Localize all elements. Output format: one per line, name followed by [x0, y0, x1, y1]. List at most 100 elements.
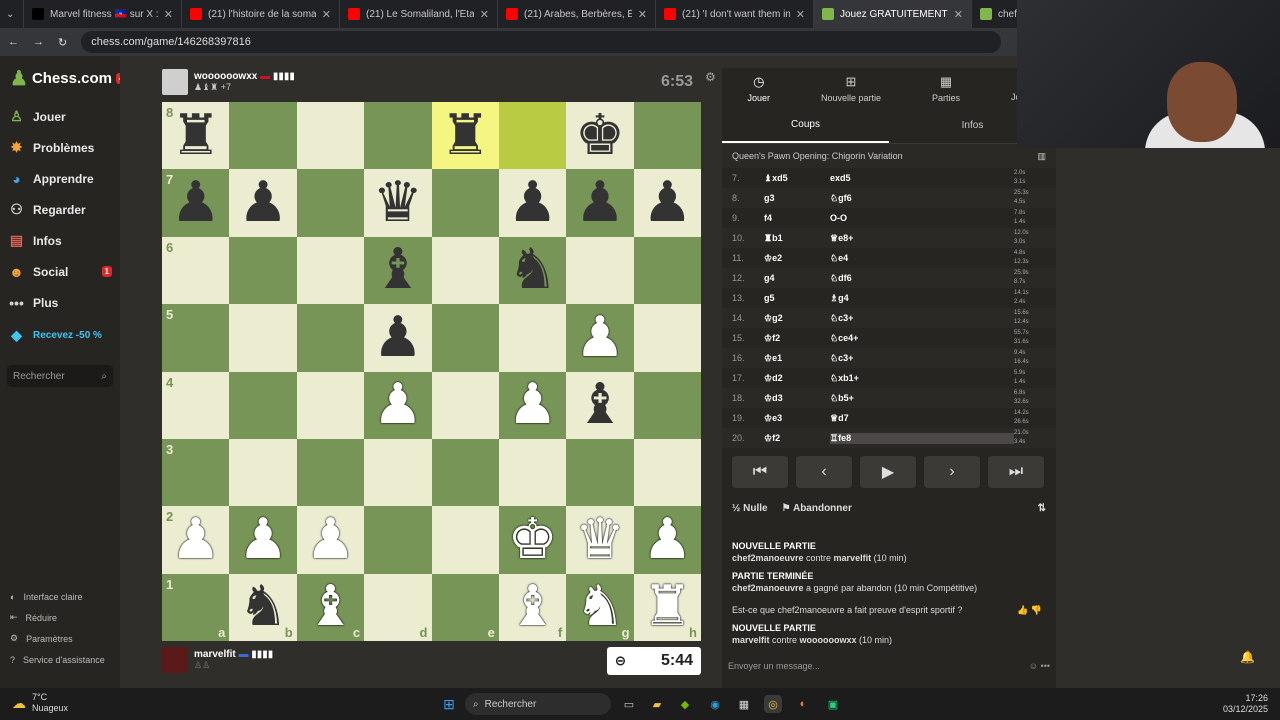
board-square-d3[interactable]	[364, 438, 432, 507]
firefox-icon[interactable]: ◐	[794, 695, 812, 713]
board-square-b2[interactable]: ♟	[229, 506, 297, 574]
board-square-a3[interactable]: 3	[162, 438, 230, 507]
black-rook-icon[interactable]: ♜	[440, 107, 490, 164]
board-square-g6[interactable]	[566, 236, 634, 305]
board-square-c2[interactable]: ♟	[296, 506, 365, 574]
board-square-e5[interactable]	[431, 304, 499, 372]
close-icon[interactable]: ✕	[954, 8, 963, 21]
board-square-f7[interactable]: ♟	[498, 169, 567, 237]
white-bishop-icon[interactable]: ♝	[507, 579, 557, 635]
board-square-e1[interactable]: e	[431, 573, 499, 641]
board-square-d6[interactable]: ♝	[364, 236, 432, 305]
search-input[interactable]: Rechercher ⌕	[7, 365, 113, 387]
board-square-c1[interactable]: c ♝	[296, 573, 365, 641]
white-move[interactable]: ♔g2	[764, 313, 830, 324]
nvidia-icon[interactable]: ◆	[676, 695, 694, 713]
panel-tab-1[interactable]: ⊞ Nouvelle partie	[821, 74, 881, 103]
white-move[interactable]: ♝xd5	[764, 173, 830, 184]
white-pawn-icon[interactable]: ♟	[238, 511, 288, 568]
settings-gear-icon[interactable]: ⚙	[705, 70, 716, 84]
white-move[interactable]: g3	[764, 193, 830, 203]
board-square-h4[interactable]	[633, 371, 701, 439]
avatar[interactable]	[162, 69, 188, 95]
reload-icon[interactable]: ↻	[58, 36, 67, 49]
sidebar-footer-item[interactable]: ◐ Interface claire	[0, 586, 120, 607]
board-square-h5[interactable]	[633, 304, 701, 372]
thumbs-up-icon[interactable]: 👍	[1017, 605, 1028, 615]
board-square-c8[interactable]	[296, 102, 365, 170]
board-square-d4[interactable]: ♟	[364, 371, 432, 439]
close-icon[interactable]: ✕	[480, 8, 489, 21]
browser-tab[interactable]: Marvel fitness 🇭🇹 sur X : "@8FM ✕	[24, 0, 182, 28]
back-icon[interactable]: ←	[8, 36, 19, 48]
board-square-e3[interactable]	[431, 438, 499, 507]
sidebar-footer-item[interactable]: ⇤ Réduire	[0, 607, 120, 628]
sidebar-item-3[interactable]: ⚇ Regarder	[0, 194, 120, 225]
message-input[interactable]: Envoyer un message... ☺ •••	[722, 656, 1056, 676]
black-move[interactable]: ♘xb1+	[830, 373, 1014, 384]
board-square-h1[interactable]: h ♜	[633, 573, 701, 641]
board-square-d8[interactable]	[364, 102, 432, 170]
white-king-icon[interactable]: ♚	[507, 511, 557, 568]
app-icon[interactable]: ▣	[824, 695, 842, 713]
white-move[interactable]: f4	[764, 213, 830, 223]
white-pawn-icon[interactable]: ♟	[575, 309, 625, 366]
black-pawn-icon[interactable]: ♟	[373, 309, 423, 366]
chat-user[interactable]: woooooowxx	[800, 635, 857, 645]
board-square-h3[interactable]	[633, 438, 701, 507]
board-square-g2[interactable]: ♛	[566, 506, 634, 574]
next-move-button[interactable]: ›	[924, 456, 980, 488]
white-pawn-icon[interactable]: ♟	[507, 377, 557, 433]
white-move[interactable]: ♔d2	[764, 373, 830, 384]
url-field[interactable]: chess.com/game/146268397816	[81, 31, 1002, 53]
close-icon[interactable]: ✕	[796, 8, 805, 21]
prev-move-button[interactable]: ‹	[796, 456, 852, 488]
black-move[interactable]: ♘c3+	[830, 353, 1014, 364]
sidebar-item-2[interactable]: ◕ Apprendre	[0, 163, 120, 194]
black-rook-icon[interactable]: ♜	[171, 107, 221, 164]
board-square-b8[interactable]	[229, 102, 297, 170]
sidebar-item-1[interactable]: ✸ Problèmes	[0, 132, 120, 163]
weather-widget[interactable]: ☁ 7°C Nuageux	[12, 692, 68, 714]
avatar[interactable]	[162, 647, 188, 673]
panel-tab-0[interactable]: ◷ Jouer	[747, 74, 770, 103]
black-knight-icon[interactable]: ♞	[507, 242, 557, 298]
board-square-f2[interactable]: ♚	[498, 506, 567, 574]
black-move[interactable]: ♘c3+	[830, 313, 1014, 324]
bottom-player-name[interactable]: marvelfit	[194, 649, 236, 660]
board-square-c5[interactable]	[296, 304, 365, 372]
board-square-d2[interactable]	[364, 506, 432, 574]
sidebar-footer-item[interactable]: ⚙ Paramètres	[0, 628, 120, 649]
board-square-h2[interactable]: ♟	[633, 506, 701, 574]
chat-user[interactable]: marvelfit	[732, 635, 770, 645]
board-square-a1[interactable]: 1a	[162, 573, 230, 641]
sidebar-item-6[interactable]: ••• Plus	[0, 287, 120, 318]
black-knight-icon[interactable]: ♞	[238, 579, 288, 635]
white-move[interactable]: ♔e2	[764, 253, 830, 264]
black-move[interactable]: ♘gf6	[830, 193, 1014, 204]
white-knight-icon[interactable]: ♞	[575, 579, 625, 635]
close-icon[interactable]: ✕	[322, 8, 331, 21]
white-pawn-icon[interactable]: ♟	[305, 511, 355, 568]
first-move-button[interactable]: ⏮	[732, 456, 788, 488]
edge-icon[interactable]: ◉	[706, 695, 724, 713]
black-move[interactable]: ♗g4	[830, 293, 1014, 304]
board-square-a2[interactable]: 2 ♟	[162, 506, 230, 574]
browser-tab[interactable]: (21) Arabes, Berbères, Éthiopie ✕	[498, 0, 656, 28]
resign-button[interactable]: ⚑ Abandonner	[782, 503, 852, 514]
board-square-f3[interactable]	[498, 438, 567, 507]
draw-button[interactable]: ½ Nulle	[732, 503, 768, 514]
board-square-a4[interactable]: 4	[162, 371, 230, 439]
black-pawn-icon[interactable]: ♟	[507, 175, 557, 231]
white-queen-icon[interactable]: ♛	[575, 511, 625, 568]
board-square-e7[interactable]	[431, 169, 499, 237]
board-square-c4[interactable]	[296, 371, 365, 439]
opening-name[interactable]: Queen's Pawn Opening: Chigorin Variation	[732, 151, 903, 161]
sidebar-item-4[interactable]: ▤ Infos	[0, 225, 120, 256]
board-square-f4[interactable]: ♟	[498, 371, 567, 439]
browser-tab[interactable]: Jouez GRATUITEMENT aux ✕	[814, 0, 972, 28]
board-square-b4[interactable]	[229, 371, 297, 439]
taskbar-search[interactable]: ⌕ Rechercher	[465, 693, 611, 715]
board-square-e8[interactable]: ♜	[431, 102, 499, 170]
black-pawn-icon[interactable]: ♟	[575, 175, 625, 231]
